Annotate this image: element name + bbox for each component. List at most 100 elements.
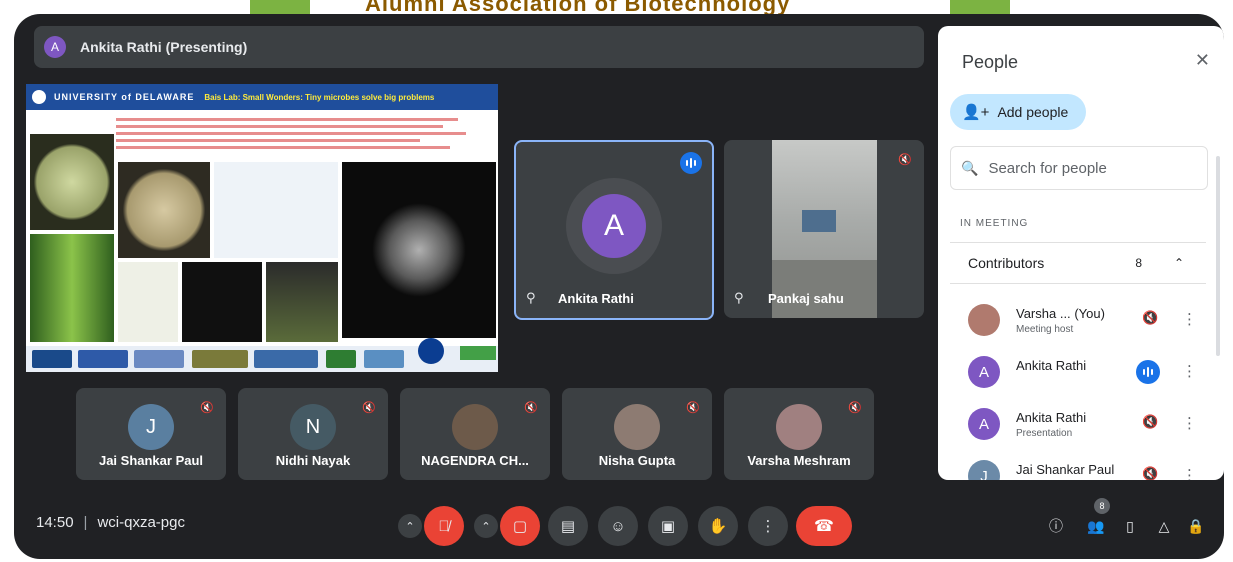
people-search-box[interactable]: 🔍 [950,146,1208,190]
mic-off-icon: 🔇 [524,401,538,414]
participant-name: Jai Shankar Paul [1016,462,1115,477]
tile-participant-3[interactable]: 🔇 NAGENDRA CH... [400,388,550,480]
more-options-icon[interactable]: ⋮ [1182,466,1197,480]
participant-avatar-letter: A [582,194,646,258]
shared-presentation[interactable]: UNIVERSITY of DELAWARE Bais Lab: Small W… [26,84,498,372]
slide-bullets [116,114,496,164]
captions-icon: ▤ [560,518,576,535]
in-meeting-label: IN MEETING [960,218,1029,229]
participant-name: Pankaj sahu [768,291,844,306]
mic-off-icon: 🔇 [362,401,376,414]
more-vert-icon: ⋮ [760,518,776,535]
participant-name: Jai Shankar Paul [98,453,204,468]
participant-name: Varsha Meshram [747,453,851,468]
mic-off-icon: 🔇 [686,401,700,414]
chevron-up-icon[interactable]: ⌃ [1174,256,1184,270]
present-button[interactable]: ▣ [648,506,688,546]
hand-icon: ✋ [708,518,728,535]
meeting-details-button[interactable]: ⓘ [1044,514,1068,538]
participant-avatar: A [968,356,1000,388]
list-item[interactable]: A Ankita Rathi ⋮ [950,348,1206,400]
call-controls-bar: 14:50 | wci-qxza-pgc ⌃ 🎙̸ ⌃ ▢ ▤ ☺ ▣ ✋ ⋮ … [14,498,1224,559]
leave-call-button[interactable]: ☎ [796,506,852,546]
slide-roots-dark-image [182,262,262,342]
participant-name: NAGENDRA CH... [421,453,529,468]
slide-university: UNIVERSITY of DELAWARE [54,92,195,102]
microphone-off-button[interactable]: 🎙̸ [424,506,464,546]
slide-petri-dish-image [30,134,114,230]
lock-icon: 🔒 [1187,517,1205,534]
reactions-button[interactable]: ☺ [598,506,638,546]
meet-window: A Ankita Rathi (Presenting) UNIVERSITY o… [14,14,1224,559]
slide-green-tag [460,346,496,360]
camera-off-button[interactable]: ▢ [500,506,540,546]
tile-ankita-rathi[interactable]: A ⚲ Ankita Rathi [514,140,714,320]
people-button[interactable]: 👥 [1084,514,1108,538]
search-icon: 🔍 [961,159,979,176]
tile-pankaj-sahu[interactable]: 🔇 ⚲ Pankaj sahu [724,140,924,318]
camera-off-icon: ▢ [512,518,528,535]
mic-options-chevron-icon[interactable]: ⌃ [398,514,422,538]
chat-icon: ▯ [1126,517,1134,534]
slide-header: UNIVERSITY of DELAWARE Bais Lab: Small W… [26,84,498,110]
mic-off-icon: 🔇 [848,401,862,414]
slide-microscopy-image [214,162,338,258]
camera-options-chevron-icon[interactable]: ⌃ [474,514,498,538]
more-options-icon[interactable]: ⋮ [1182,414,1197,432]
slide-seedling-image [266,262,338,342]
meeting-time: 14:50 [36,514,74,531]
contributors-count: 8 [1135,256,1142,270]
activities-button[interactable]: △ [1152,514,1176,538]
tile-participant-2[interactable]: 🔇 N Nidhi Nayak [238,388,388,480]
raise-hand-button[interactable]: ✋ [698,506,738,546]
info-icon: ⓘ [1049,518,1063,534]
pin-icon[interactable]: ⚲ [526,290,536,306]
people-scrollbar[interactable] [1216,156,1220,356]
presenter-bar: A Ankita Rathi (Presenting) [34,26,924,68]
participant-list: Varsha ... (You) Meeting host 🔇 ⋮ A Anki… [950,296,1206,480]
more-options-icon[interactable]: ⋮ [1182,362,1197,380]
more-options-button[interactable]: ⋮ [748,506,788,546]
mic-off-icon: 🔇 [200,401,214,414]
participant-role: Meeting host [1016,324,1074,335]
tile-participant-4[interactable]: 🔇 Nisha Gupta [562,388,712,480]
people-icon: 👥 [1087,517,1105,534]
add-person-icon: 👤+ [962,104,990,121]
list-item[interactable]: Varsha ... (You) Meeting host 🔇 ⋮ [950,296,1206,348]
mic-off-icon[interactable]: 🔇 [1142,310,1158,326]
list-item[interactable]: A Ankita Rathi Presentation 🔇 ⋮ [950,400,1206,452]
participant-avatar: J [128,404,174,450]
participant-name: Nisha Gupta [598,453,676,468]
participant-role: Presentation [1016,428,1073,439]
tile-participant-1[interactable]: 🔇 J Jai Shankar Paul [76,388,226,480]
pin-icon[interactable]: ⚲ [734,290,744,306]
list-item[interactable]: J Jai Shankar Paul 🔇 ⋮ [950,452,1206,480]
search-input[interactable] [986,158,1191,178]
mic-off-icon[interactable]: 🔇 [1142,466,1158,480]
contributors-header[interactable]: Contributors 8 ⌃ [950,242,1206,284]
meeting-info: 14:50 | wci-qxza-pgc [36,514,185,531]
participant-name: Varsha ... (You) [1016,306,1105,321]
add-people-button[interactable]: 👤+ Add people [950,94,1086,130]
participant-name: Ankita Rathi [1016,358,1087,373]
slide-astronaut-image [342,162,496,338]
participant-avatar: A [968,408,1000,440]
slide-root-image [30,234,114,342]
participant-avatar: N [290,404,336,450]
captions-button[interactable]: ▤ [548,506,588,546]
mic-off-icon[interactable]: 🔇 [1142,414,1158,430]
more-options-icon[interactable]: ⋮ [1182,310,1197,328]
slide-colony-image [118,162,210,258]
tile-participant-5[interactable]: 🔇 Varsha Meshram [724,388,874,480]
chat-button[interactable]: ▯ [1118,514,1142,538]
contributors-label: Contributors [968,255,1045,271]
close-icon[interactable]: ✕ [1195,50,1210,71]
presenter-avatar: A [44,36,66,58]
university-seal-icon [32,90,46,104]
participant-photo [776,404,822,450]
participant-avatar: A [566,178,662,274]
mic-off-icon: 🔇 [898,153,912,166]
host-controls-button[interactable]: 🔒 [1184,514,1208,538]
speaking-indicator-icon [1136,360,1160,384]
mic-off-icon: 🎙̸ [438,517,450,535]
